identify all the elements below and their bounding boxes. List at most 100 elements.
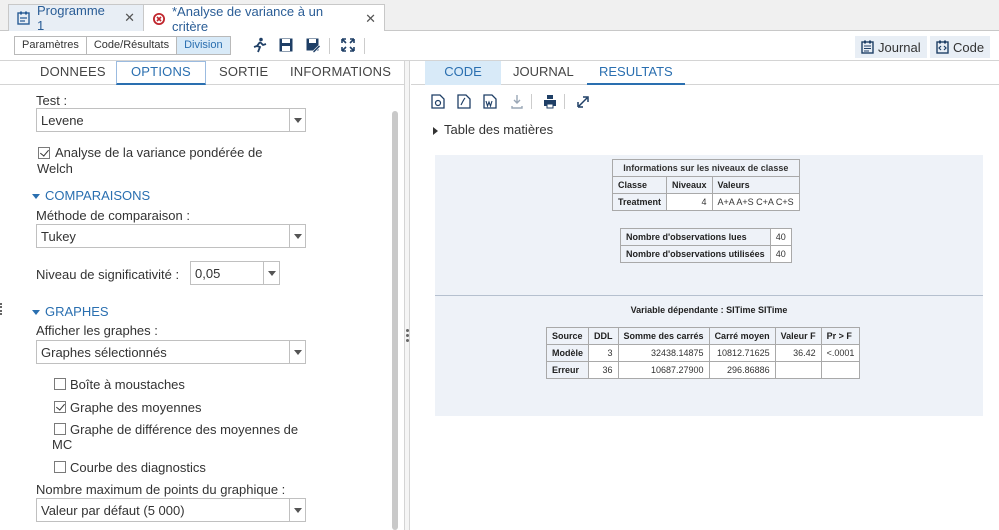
tab-code[interactable]: CODE [425,61,501,85]
methode-label: Méthode de comparaison : [36,208,190,223]
table-header: Pr > F [820,327,861,345]
task-toolbar: Paramètres Code/Résultats Division Journ… [0,31,999,61]
row-header: Nombre d'observations utilisées [620,245,771,263]
tab-donnees[interactable]: DONNEES [40,64,106,79]
table-header: Classe [611,176,668,194]
diff-checkbox[interactable] [54,423,66,435]
splitter-grip [406,339,409,342]
comparaisons-section-header[interactable]: COMPARAISONS [32,188,150,203]
test-value: Levene [41,113,84,128]
maximize-icon[interactable] [340,37,356,53]
tab-analyse-variance[interactable]: *Analyse de variance à un critère ✕ [143,4,385,34]
table-cell: 3 [588,344,619,362]
table-cell: 36.42 [774,344,822,362]
test-label: Test : [36,93,68,108]
chevron-down-icon [289,499,305,521]
afficher-select[interactable]: Graphes sélectionnés [36,340,306,364]
app-root: Programme 1 ✕ *Analyse de variance à un … [0,0,999,530]
niveau-value: 0,05 [195,266,221,281]
test-select[interactable]: Levene [36,108,306,132]
close-icon[interactable]: ✕ [124,10,135,26]
chevron-down-icon [289,109,305,131]
afficher-label: Afficher les graphes : [36,323,158,338]
view-mode-segments: Paramètres Code/Résultats Division [14,36,231,55]
table-header: DDL [588,327,619,345]
table-header: Somme des carrés [617,327,710,345]
table-cell: <.0001 [820,344,861,362]
table-row: Erreur 36 10687.27900 296.86886 [545,361,861,379]
table-header: Valeur F [774,327,822,345]
comparaisons-header-label: COMPARAISONS [45,188,151,203]
html-export-icon[interactable] [431,94,445,109]
download-icon[interactable] [510,94,524,109]
table-cell: 40 [769,228,792,246]
tab-sortie[interactable]: SORTIE [219,64,268,79]
settings-tabs: DONNEES OPTIONS SORTIE INFORMATIONS [0,61,404,85]
program-icon [17,11,31,25]
dependent-variable-title: Variable dépendante : SITime SITime [630,305,788,315]
code-label: Code [953,39,985,55]
tab-journal[interactable]: JOURNAL [501,61,586,85]
methode-select[interactable]: Tukey [36,224,306,248]
code-button[interactable]: Code [930,36,991,58]
tab-resultats[interactable]: RESULTATS [587,61,685,85]
journal-label: Journal [878,39,921,55]
diag-checkbox[interactable] [54,461,66,473]
table-of-contents-toggle[interactable]: Table des matières [433,122,553,137]
methode-value: Tukey [41,229,76,244]
save-icon[interactable] [278,37,294,53]
journal-button[interactable]: Journal [855,36,927,58]
segment-parametres[interactable]: Paramètres [15,37,87,54]
diff-label-line1: Graphe de différence des moyennes de [70,422,299,437]
table-cell: 296.86886 [708,361,776,379]
left-edge-grip[interactable] [0,303,2,315]
max-points-label: Nombre maximum de points du graphique : [36,482,286,497]
settings-pane: DONNEES OPTIONS SORTIE INFORMATIONS Test… [0,61,404,530]
table-row: Nombre d'observations utilisées 40 [620,245,792,263]
run-icon[interactable] [252,37,268,53]
welch-checkbox[interactable] [38,147,50,159]
welch-label-line1: Analyse de la variance pondérée de [55,145,263,160]
pdf-export-icon[interactable] [457,94,471,109]
tab-label: Programme 1 [37,3,105,33]
save-as-icon[interactable] [305,37,321,53]
chevron-down-icon [289,225,305,247]
moyennes-checkbox[interactable] [54,401,66,413]
chevron-down-icon [263,262,279,284]
afficher-value: Graphes sélectionnés [41,345,167,360]
row-header: Modèle [545,344,590,362]
graphes-header-label: GRAPHES [45,304,109,319]
observations-table: Nombre d'observations lues 40 Nombre d'o… [620,228,792,263]
output-tabs: CODE JOURNAL RESULTATS [411,61,999,85]
row-header: Treatment [611,193,668,211]
segment-code-resultats[interactable]: Code/Résultats [86,37,178,54]
niveau-label: Niveau de significativité : [36,267,180,282]
journal-icon [861,40,875,54]
max-points-select[interactable]: Valeur par défaut (5 000) [36,498,306,522]
splitter-grip [406,329,409,332]
table-cell: 10687.27900 [617,361,710,379]
row-header: Nombre d'observations lues [620,228,771,246]
table-row: Nombre d'observations lues 40 [620,228,792,246]
close-icon[interactable]: ✕ [365,11,376,27]
table-cell: 40 [769,245,792,263]
results-pane: CODE JOURNAL RESULTATS Table des matière… [411,61,999,530]
graphes-section-header[interactable]: GRAPHES [32,304,109,319]
niveau-combobox[interactable]: 0,05 [190,261,280,285]
toolbar-divider [564,94,565,109]
table-cell: 32438.14875 [617,344,710,362]
boite-checkbox[interactable] [54,378,66,390]
tab-informations[interactable]: INFORMATIONS [290,64,391,79]
print-icon[interactable] [543,94,557,109]
table-header: Valeurs [711,176,800,194]
segment-division[interactable]: Division [177,37,230,54]
settings-scrollbar[interactable] [392,111,398,530]
tab-programme-1[interactable]: Programme 1 ✕ [8,3,144,33]
error-icon [152,12,166,26]
open-new-window-icon[interactable] [576,94,590,109]
word-export-icon[interactable] [483,94,497,109]
table-cell: 10812.71625 [708,344,776,362]
tab-options[interactable]: OPTIONS [116,61,206,85]
pane-splitter[interactable] [404,61,410,530]
table-header: Carré moyen [708,327,776,345]
